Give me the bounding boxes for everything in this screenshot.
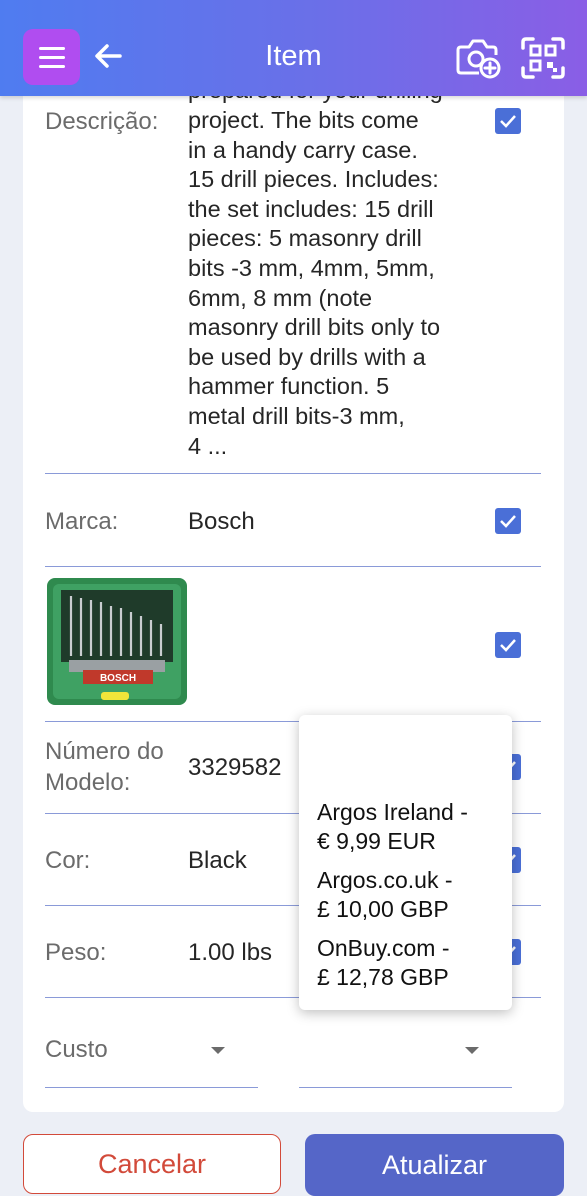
check-icon xyxy=(500,639,516,652)
color-label: Cor: xyxy=(45,847,91,874)
weight-value: 1.00 lbs xyxy=(188,939,273,966)
model-label-line1: Número do xyxy=(45,738,164,765)
currency-select[interactable] xyxy=(299,1020,512,1088)
cost-select[interactable]: Custo xyxy=(45,1020,258,1088)
update-button[interactable]: Atualizar xyxy=(305,1134,564,1196)
camera-add-icon[interactable] xyxy=(455,35,501,79)
image-checkbox[interactable] xyxy=(495,632,521,658)
app-bar: Item xyxy=(0,0,587,96)
price-suggestions-popup: Argos Ireland - € 9,99 EUR Argos.co.uk -… xyxy=(299,715,512,1010)
price-option-argos-uk[interactable]: Argos.co.uk - £ 10,00 GBP xyxy=(317,866,507,924)
brand-value: Bosch xyxy=(188,508,255,535)
brand-checkbox[interactable] xyxy=(495,508,521,534)
brand-label: Marca: xyxy=(45,508,119,535)
image-row: BOSCH xyxy=(45,567,541,722)
model-label-line2: Modelo: xyxy=(45,769,131,796)
price-option-onbuy[interactable]: OnBuy.com - £ 12,78 GBP xyxy=(317,934,507,992)
chevron-down-icon xyxy=(465,1047,479,1054)
barcode-scan-icon[interactable] xyxy=(520,36,566,80)
product-image: BOSCH xyxy=(47,578,187,705)
color-value: Black xyxy=(188,847,247,874)
cancel-button[interactable]: Cancelar xyxy=(23,1134,281,1194)
product-box-brand: BOSCH xyxy=(100,673,136,684)
chevron-down-icon xyxy=(211,1047,225,1054)
check-icon xyxy=(500,115,516,128)
model-value: 3329582 xyxy=(188,754,282,781)
description-row: prepared for your drilling Descrição: pr… xyxy=(45,60,541,474)
description-value: project. The bits come in a handy carry … xyxy=(188,107,441,459)
check-icon xyxy=(500,515,516,528)
cost-label: Custo xyxy=(45,1036,108,1063)
description-checkbox[interactable] xyxy=(495,108,521,134)
brand-row: Marca: Bosch xyxy=(45,474,541,567)
weight-label: Peso: xyxy=(45,939,107,966)
description-label: Descrição: xyxy=(45,108,159,135)
price-option-argos-ireland[interactable]: Argos Ireland - € 9,99 EUR xyxy=(317,798,507,856)
